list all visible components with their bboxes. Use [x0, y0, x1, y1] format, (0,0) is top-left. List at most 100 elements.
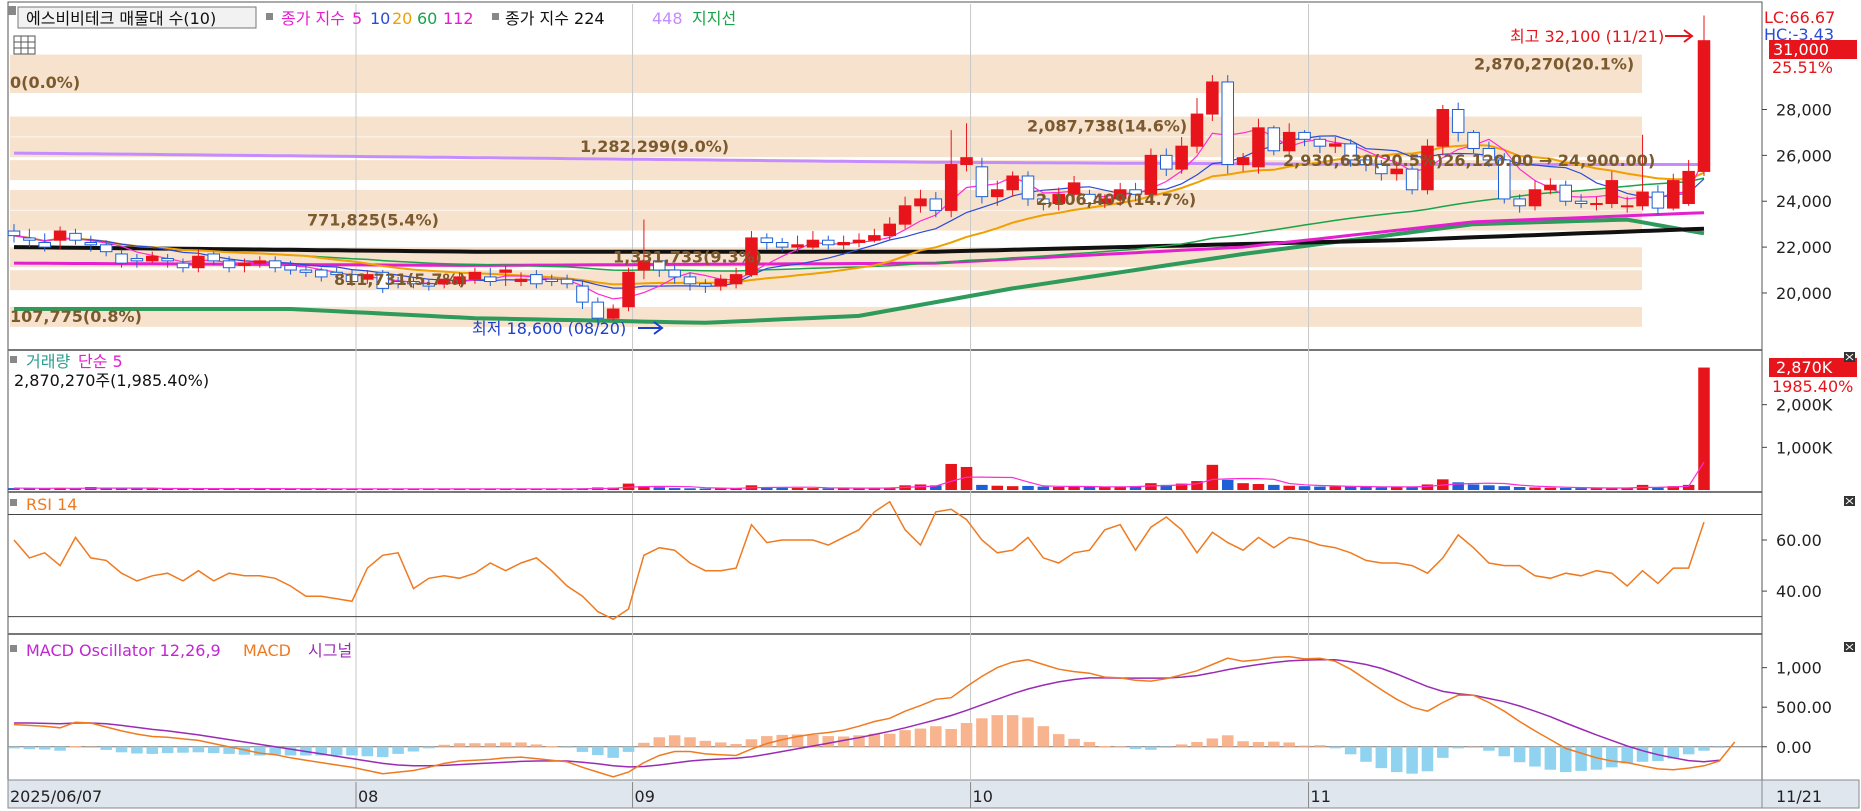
ma-value-annotation: 2,930,630(20.5%)26,120.00 → 24,900.00): [1283, 151, 1655, 170]
candle-body: [146, 255, 159, 262]
current-price: 31,000: [1773, 40, 1829, 59]
volume-profile-band: [10, 54, 1642, 75]
macd-oscillator-bar: [561, 746, 573, 748]
volume-profile-label: 107,775(0.8%): [10, 307, 142, 326]
legend-macd[interactable]: MACD: [243, 641, 291, 660]
candle-body: [268, 260, 282, 269]
macd-oscillator-bar: [346, 746, 358, 756]
legend-ma-label[interactable]: 종가 지수: [281, 9, 345, 28]
macd-oscillator-bar: [530, 744, 543, 747]
macd-oscillator-bar: [330, 746, 343, 756]
price-y-tick: 24,000: [1776, 192, 1832, 211]
candle-body: [1620, 205, 1634, 208]
legend-ma448[interactable]: 448: [652, 9, 683, 28]
macd-oscillator-bar: [1083, 742, 1096, 747]
candle-body: [53, 230, 67, 241]
volume-bar: [1483, 485, 1495, 490]
legend-ma60[interactable]: 60: [417, 9, 437, 28]
price-y-tick: 20,000: [1776, 284, 1832, 303]
macd-oscillator-bar: [976, 718, 988, 747]
legend-ma10[interactable]: 10: [370, 9, 390, 28]
macd-oscillator-bar: [1298, 745, 1311, 747]
volume-bar: [1344, 486, 1357, 490]
candle-body: [1252, 127, 1265, 168]
macd-oscillator-bar: [38, 746, 51, 750]
legend-marker: [10, 645, 17, 652]
macd-oscillator-bar: [899, 730, 911, 747]
legend-rsi[interactable]: RSI 14: [26, 495, 77, 514]
macd-oscillator-bar: [207, 746, 220, 754]
macd-oscillator-bar: [1129, 746, 1142, 749]
legend-ma112[interactable]: 112: [443, 9, 474, 28]
macd-oscillator-bar: [469, 743, 481, 747]
macd-oscillator-bar: [1022, 717, 1034, 747]
candle-body: [1467, 131, 1480, 149]
candle-body: [883, 223, 896, 237]
macd-oscillator-bar: [1575, 746, 1587, 771]
candle-body: [1574, 200, 1588, 205]
macd-oscillator-bar: [914, 728, 927, 747]
legend-marker: [492, 13, 499, 20]
macd-oscillator-bar: [438, 744, 450, 747]
rsi-y-tick: 40.00: [1776, 582, 1822, 601]
x-axis-bar: [7, 779, 1763, 809]
legend-macd-osc[interactable]: MACD Oscillator 12,26,9: [26, 641, 221, 660]
legend-volume[interactable]: 거래량: [26, 352, 70, 371]
macd-oscillator-bar: [1437, 746, 1449, 758]
candle-body: [1528, 189, 1542, 207]
macd-oscillator-bar: [1375, 746, 1388, 769]
volume-bar: [945, 463, 957, 490]
macd-oscillator-bar: [1283, 742, 1295, 747]
macd-oscillator-bar: [945, 728, 957, 747]
macd-y-tick: 1,000: [1776, 659, 1822, 678]
table-icon[interactable]: [13, 35, 36, 55]
volume-bar: [1467, 484, 1480, 490]
legend-series[interactable]: 에스비비테크 매물대 수(10): [26, 9, 216, 28]
macd-oscillator-bar: [1406, 746, 1418, 774]
candle-body: [1021, 175, 1035, 200]
legend-ma224[interactable]: 종가 지수 224: [505, 9, 605, 28]
legend-support[interactable]: 지지선: [692, 9, 736, 28]
macd-oscillator-bar: [1006, 715, 1019, 747]
legend-volume-ma[interactable]: 단순 5: [78, 352, 123, 371]
rsi-close-icon[interactable]: [1844, 496, 1855, 506]
legend-ma20[interactable]: 20: [392, 9, 412, 28]
volume-bar: [668, 488, 681, 490]
macd-oscillator-bar: [1483, 746, 1495, 751]
macd-close-icon[interactable]: [1844, 642, 1855, 652]
price-y-tick: 28,000: [1776, 100, 1832, 119]
volume-bar: [1052, 487, 1065, 490]
candle-body: [499, 269, 512, 273]
volume-bar: [991, 485, 1004, 490]
volume-bar: [1544, 487, 1557, 490]
volume-bar: [1498, 486, 1511, 490]
volume-close-icon[interactable]: [1844, 352, 1855, 362]
rsi-line: [13, 500, 1705, 621]
macd-oscillator-bar: [1314, 745, 1326, 747]
candle-body: [1436, 108, 1450, 147]
macd-oscillator-bar: [392, 746, 404, 754]
macd-oscillator-bar: [131, 746, 143, 754]
macd-oscillator-bar: [1191, 742, 1203, 747]
macd-oscillator-bar: [484, 743, 497, 747]
high-arrow: [1665, 29, 1694, 43]
candle-body: [1651, 191, 1665, 209]
legend-marker: [10, 356, 17, 363]
macd-oscillator-bar: [146, 746, 159, 754]
macd-oscillator-bar: [1467, 746, 1480, 748]
macd-oscillator-bar: [960, 723, 973, 747]
candle-body: [207, 253, 220, 262]
macd-oscillator-bar: [1114, 746, 1126, 748]
volume-bar: [807, 488, 819, 490]
macd-oscillator-bar: [1390, 746, 1403, 773]
candle-body: [760, 237, 774, 244]
volume-bar: [822, 488, 835, 490]
macd-oscillator-bar: [423, 746, 435, 749]
legend-signal[interactable]: 시그널: [308, 641, 352, 660]
candle-body: [868, 235, 881, 241]
x-axis-tick: 11: [1311, 787, 1331, 806]
macd-legend: MACD Oscillator 12,26,9 MACD 시그널: [10, 641, 352, 660]
price-legend: 에스비비테크 매물대 수(10) 종가 지수 5 10 20 60 112 종가…: [8, 6, 736, 55]
candle-body: [530, 274, 543, 285]
legend-ma5[interactable]: 5: [352, 9, 362, 28]
